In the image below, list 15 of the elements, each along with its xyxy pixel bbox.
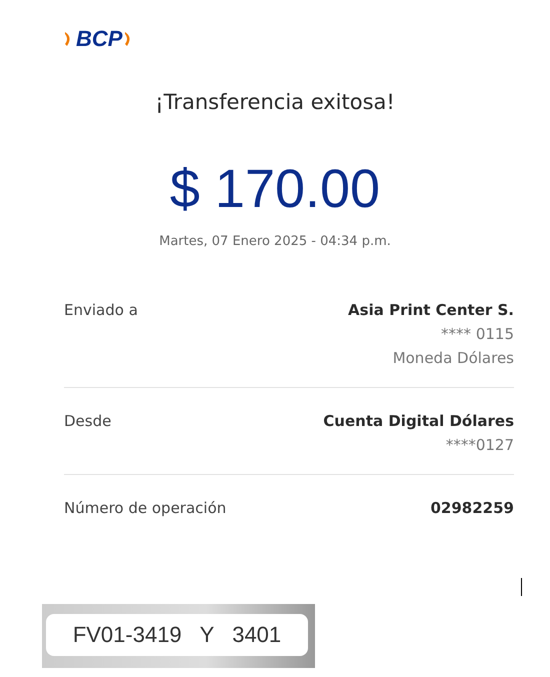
- detail-value: Cuenta Digital Dólares: [323, 412, 514, 430]
- logo: BCP: [64, 26, 134, 52]
- detail-value: **** 0115: [441, 325, 514, 343]
- text-cursor: [521, 578, 522, 596]
- detail-value: Asia Print Center S.: [348, 301, 514, 319]
- page-title: ¡Transferencia exitosa!: [155, 90, 395, 114]
- sticker-label: FV01-3419 Y 3401: [46, 614, 308, 656]
- detail-value: ****0127: [446, 436, 514, 454]
- amount: $ 170.00: [170, 158, 380, 220]
- detail-value: 02982259: [430, 499, 514, 517]
- date-time: Martes, 07 Enero 2025 - 04:34 p.m.: [159, 234, 391, 249]
- detail-label: Número de operación: [64, 499, 226, 517]
- detail-label: Desde: [64, 412, 112, 432]
- detail-value: Moneda Dólares: [392, 349, 514, 367]
- detail-label: Enviado a: [64, 301, 138, 321]
